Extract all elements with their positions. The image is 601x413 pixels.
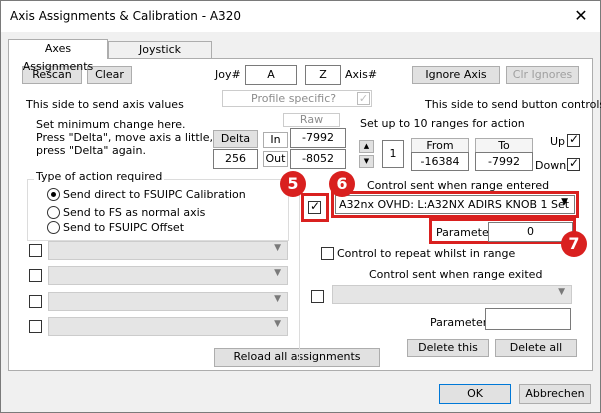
range-down-button[interactable]: ▼ — [359, 155, 374, 168]
control-entered-value: A32nx OVHD: L:A32NX ADIRS KNOB 1 Set — [339, 198, 570, 211]
left-row-3-checkbox[interactable] — [29, 295, 42, 308]
out-label: Out — [263, 151, 288, 167]
out-value-field: -8052 — [290, 149, 346, 169]
joy-label: Joy# — [215, 68, 241, 81]
up-label: Up — [550, 135, 566, 148]
window-title: Axis Assignments & Calibration - A320 — [10, 9, 241, 23]
left-side-header: This side to send axis values — [26, 98, 184, 111]
up-checkbox[interactable]: ✓ — [567, 132, 580, 147]
marker-7: 7 — [561, 231, 587, 257]
axis-number-field[interactable]: Z — [305, 65, 341, 85]
cancel-button[interactable]: Abbrechen — [519, 384, 591, 404]
ok-button[interactable]: OK — [439, 384, 511, 404]
repeat-label: Control to repeat whilst in range — [337, 247, 516, 260]
radio-send-to-offset-label: Send to FSUIPC Offset — [63, 221, 185, 234]
in-label: In — [263, 132, 288, 148]
radio-send-to-fs[interactable] — [47, 206, 60, 219]
chevron-down-icon: ▼ — [274, 319, 281, 329]
chevron-down-icon: ▼ — [558, 287, 565, 297]
range-up-button[interactable]: ▲ — [359, 140, 374, 153]
tab-joystick-calibration[interactable]: Joystick Calibration — [108, 41, 212, 72]
in-value-field: -7992 — [290, 128, 346, 148]
reload-all-assignments-button[interactable]: Reload all assignments — [214, 348, 380, 367]
joy-number-field[interactable]: A — [245, 65, 297, 85]
parameter-label: Parameter — [436, 226, 494, 239]
ignore-axis-button[interactable]: Ignore Axis — [412, 66, 500, 84]
to-label: To — [475, 138, 533, 153]
radio-send-to-fs-label: Send to FS as normal axis — [63, 206, 206, 219]
control-entered-checkbox[interactable]: ✓ — [308, 199, 321, 214]
title-bar: Axis Assignments & Calibration - A320 ✕ — [1, 1, 600, 32]
left-row-3-select[interactable]: ▼ — [48, 292, 288, 311]
profile-specific-checkbox[interactable]: ✓ — [357, 92, 370, 105]
control-exited-checkbox[interactable] — [311, 290, 324, 303]
repeat-checkbox[interactable] — [321, 247, 334, 260]
marker-5: 5 — [280, 171, 306, 197]
radio-send-direct-label: Send direct to FSUIPC Calibration — [63, 188, 246, 201]
down-checkbox[interactable]: ✓ — [567, 156, 580, 171]
vertical-divider — [299, 173, 300, 363]
profile-specific-label: Profile specific? — [251, 92, 337, 105]
dialog-window: Axis Assignments & Calibration - A320 ✕ … — [0, 0, 601, 413]
clear-button[interactable]: Clear — [87, 66, 132, 84]
delta-value-field[interactable]: 256 — [213, 149, 258, 169]
parameter2-label: Parameter — [430, 316, 488, 329]
raw-label: Raw — [283, 113, 340, 127]
tab-axes-assignments[interactable]: Axes Assignments — [8, 39, 108, 73]
radio-send-to-offset[interactable] — [47, 221, 60, 234]
clr-ignores-button[interactable]: Clr Ignores — [506, 66, 579, 84]
marker-6: 6 — [329, 171, 355, 197]
delete-this-button[interactable]: Delete this — [407, 339, 489, 357]
control-entered-select[interactable]: A32nx OVHD: L:A32NX ADIRS KNOB 1 Set ▼ — [335, 195, 575, 214]
down-label: Down — [535, 159, 567, 172]
left-row-4-checkbox[interactable] — [29, 320, 42, 333]
left-row-1-checkbox[interactable] — [29, 244, 42, 257]
chevron-down-icon: ▼ — [561, 197, 568, 207]
delta-button[interactable]: Delta — [213, 130, 258, 148]
control-exited-label: Control sent when range exited — [369, 268, 543, 281]
left-row-1-select[interactable]: ▼ — [48, 241, 288, 260]
radio-send-direct[interactable] — [47, 188, 60, 201]
chevron-down-icon: ▼ — [274, 294, 281, 304]
close-icon[interactable]: ✕ — [566, 4, 596, 28]
from-value-field[interactable]: -16384 — [411, 152, 469, 171]
chevron-down-icon: ▼ — [274, 268, 281, 278]
profile-specific-box[interactable]: Profile specific? ✓ — [222, 90, 372, 107]
to-value-field[interactable]: -7992 — [475, 152, 533, 171]
delta-instructions: Set minimum change here. Press "Delta", … — [36, 118, 213, 157]
right-side-header: This side to send button controls — [425, 98, 601, 111]
delete-all-button[interactable]: Delete all — [495, 339, 577, 357]
left-row-4-select[interactable]: ▼ — [48, 317, 288, 336]
axis-label: Axis# — [345, 68, 378, 81]
from-label: From — [411, 138, 469, 153]
ranges-label: Set up to 10 ranges for action — [360, 117, 525, 130]
chevron-down-icon: ▼ — [274, 243, 281, 253]
parameter2-field[interactable] — [485, 308, 571, 330]
control-exited-select[interactable]: ▼ — [332, 285, 572, 304]
parameter-field[interactable]: 0 — [488, 222, 573, 242]
action-type-label: Type of action required — [34, 170, 165, 183]
range-index-field: 1 — [382, 140, 404, 168]
left-row-2-select[interactable]: ▼ — [48, 266, 288, 285]
left-row-2-checkbox[interactable] — [29, 269, 42, 282]
